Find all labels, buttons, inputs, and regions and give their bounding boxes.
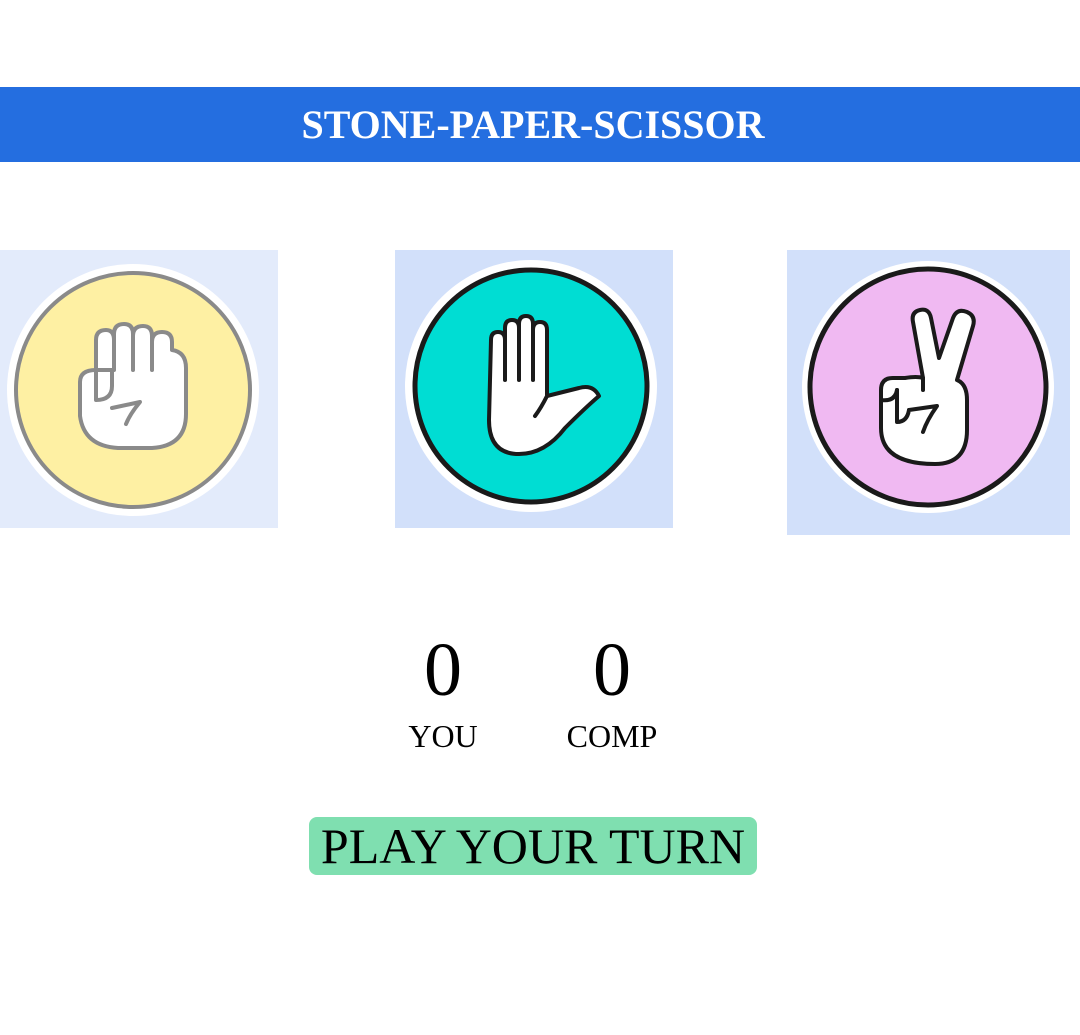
status-message: PLAY YOUR TURN xyxy=(309,817,757,875)
user-score-label: YOU xyxy=(408,718,478,754)
comp-score: 0 xyxy=(593,628,631,712)
game-page: STONE-PAPER-SCISSOR 0 YOU 0 COMP PLAY YO… xyxy=(0,0,1080,1035)
title-bar: STONE-PAPER-SCISSOR xyxy=(0,87,1080,162)
peace-sign-icon xyxy=(787,250,1070,535)
score-comp: 0 COMP xyxy=(532,630,692,756)
paper-choice[interactable] xyxy=(395,250,673,528)
comp-score-label: COMP xyxy=(566,718,658,754)
fist-icon xyxy=(0,250,278,528)
scissor-choice[interactable] xyxy=(787,250,1070,535)
user-score: 0 xyxy=(424,628,462,712)
score-you: 0 YOU xyxy=(363,630,523,756)
open-hand-icon xyxy=(395,250,673,528)
stone-choice[interactable] xyxy=(0,250,278,528)
page-title: STONE-PAPER-SCISSOR xyxy=(301,102,765,147)
